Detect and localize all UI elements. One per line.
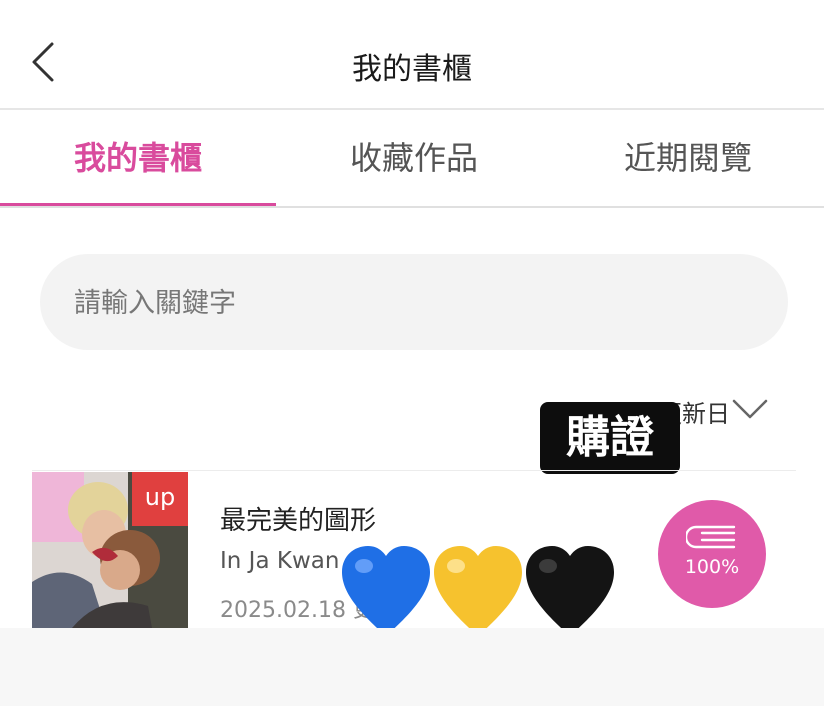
tab-my-bookshelf[interactable]: 我的書櫃 [0,110,276,206]
heart-emoji-group [342,544,616,640]
book-icon [686,525,736,549]
search-input[interactable] [72,282,756,324]
text-sticker: 購證 [540,402,680,474]
header-bar: 我的書櫃 [0,0,824,110]
chevron-down-icon [732,399,768,419]
search-box[interactable] [40,254,788,350]
tab-bar: 我的書櫃 收藏作品 近期閱覽 [0,110,824,208]
yellow-heart-icon [434,546,522,636]
book-title[interactable]: 最完美的圖形 [220,500,376,537]
tab-recent[interactable]: 近期閱覽 [552,110,824,206]
tab-favorites[interactable]: 收藏作品 [276,110,552,206]
progress-percent: 100% [684,556,740,578]
divider [32,470,796,471]
book-author: In Ja Kwan [220,548,340,574]
bottom-bar [0,628,824,706]
update-badge: up [132,472,188,526]
page-title: 我的書櫃 [352,52,472,87]
black-heart-icon [526,546,614,636]
blue-heart-icon [342,546,430,636]
read-progress-button[interactable]: 100% [658,500,766,608]
